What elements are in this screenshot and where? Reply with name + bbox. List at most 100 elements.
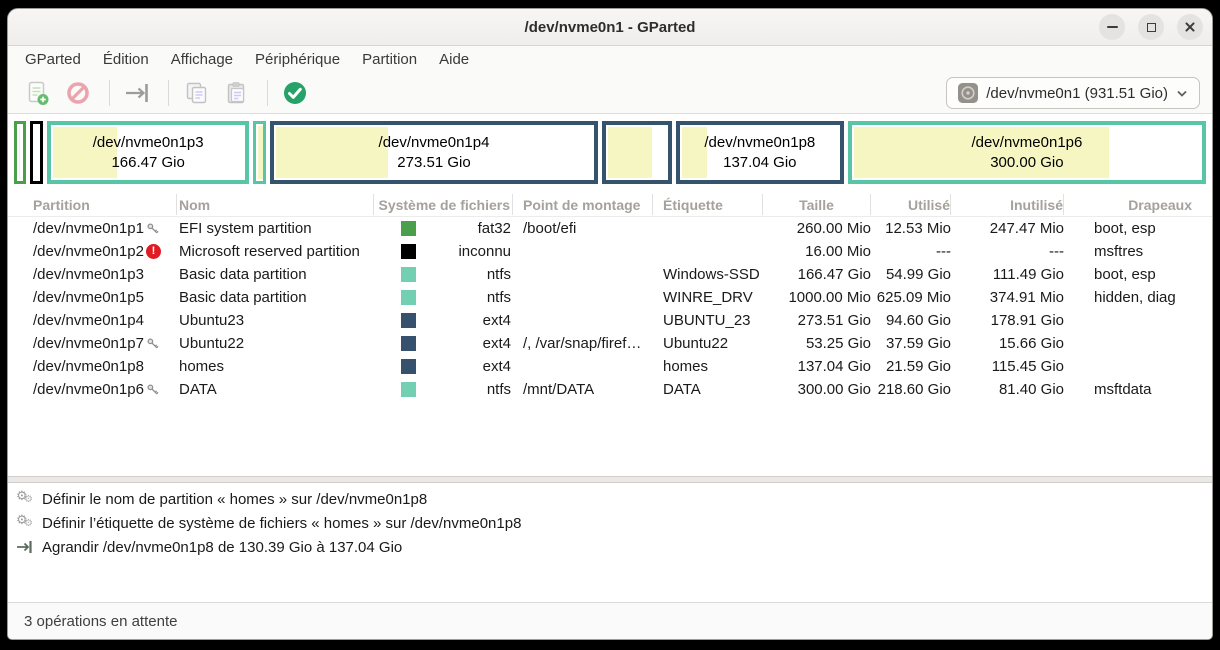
menu-aide[interactable]: Aide (428, 48, 480, 71)
close-button[interactable] (1177, 14, 1203, 40)
pending-operations-count: 3 opérations en attente (24, 613, 177, 630)
minimize-button[interactable] (1099, 14, 1125, 40)
label-cell: WINRE_DRV (653, 286, 763, 309)
menu-affichage[interactable]: Affichage (160, 48, 244, 71)
label-cell: Ubuntu22 (653, 332, 763, 355)
toolbar-separator (109, 80, 110, 106)
filesystem-cell: ntfs (374, 286, 513, 309)
maximize-button[interactable] (1138, 14, 1164, 40)
menu-peripherique[interactable]: Périphérique (244, 48, 351, 71)
gears-icon: ⚙⚙ (16, 514, 34, 532)
partition-segment[interactable] (30, 121, 43, 184)
partition-segment[interactable]: /dev/nvme0n1p3166.47 Gio (47, 121, 249, 184)
toolbar-separator (267, 80, 268, 106)
mount-cell: /mnt/DATA (513, 378, 653, 401)
table-row[interactable]: /dev/nvme0n1p4Ubuntu23ext4UBUNTU_23273.5… (8, 309, 1212, 332)
flags-cell: msftres (1064, 240, 1212, 263)
filesystem-color-swatch (401, 290, 416, 305)
table-row[interactable]: /dev/nvme0n1p5Basic data partitionntfsWI… (8, 286, 1212, 309)
device-selector[interactable]: /dev/nvme0n1 (931.51 Gio) (946, 77, 1200, 109)
operation-item: Agrandir /dev/nvme0n1p8 de 130.39 Gio à … (8, 535, 1212, 559)
table-row[interactable]: /dev/nvme0n1p2!Microsoft reserved partit… (8, 240, 1212, 263)
filesystem-name: ext4 (483, 312, 511, 329)
unused-cell: 115.45 Gio (951, 355, 1064, 378)
maximize-icon (1147, 23, 1156, 32)
delete-partition-icon (65, 80, 91, 106)
used-cell: 625.09 Mio (871, 286, 951, 309)
partition-segment-label: /dev/nvme0n1p4273.51 Gio (379, 133, 490, 172)
name-cell: EFI system partition (177, 217, 374, 240)
operation-text: Définir le nom de partition « homes » su… (42, 491, 427, 508)
resize-move-button[interactable] (119, 77, 155, 109)
filesystem-cell: ext4 (374, 309, 513, 332)
delete-partition-button[interactable] (60, 77, 96, 109)
flags-cell: boot, esp (1064, 217, 1212, 240)
partition-segment-size: 166.47 Gio (93, 153, 204, 173)
copy-icon (183, 80, 210, 106)
menu-partition[interactable]: Partition (351, 48, 428, 71)
flags-cell: msftdata (1064, 378, 1212, 401)
header-point-de-montage: Point de montage (513, 194, 653, 215)
flags-cell (1064, 355, 1212, 378)
close-icon (1184, 21, 1196, 33)
disk-visual-bar: /dev/nvme0n1p3166.47 Gio/dev/nvme0n1p427… (14, 121, 1206, 184)
partition-segment-device: /dev/nvme0n1p6 (971, 133, 1082, 153)
name-cell: Ubuntu23 (177, 309, 374, 332)
filesystem-cell: ext4 (374, 332, 513, 355)
paste-button[interactable] (218, 77, 254, 109)
table-header: Partition Nom Système de fichiers Point … (8, 193, 1212, 217)
gparted-window: /dev/nvme0n1 - GParted GParted Édition A… (7, 8, 1213, 640)
label-cell: DATA (653, 378, 763, 401)
partition-segment[interactable]: /dev/nvme0n1p4273.51 Gio (270, 121, 597, 184)
header-drapeaux: Drapeaux (1064, 194, 1212, 215)
partition-device: /dev/nvme0n1p8 (33, 358, 144, 375)
unused-cell: 247.47 Mio (951, 217, 1064, 240)
warning-icon: ! (146, 244, 161, 259)
table-row[interactable]: /dev/nvme0n1p1EFI system partitionfat32/… (8, 217, 1212, 240)
partition-segment-device: /dev/nvme0n1p4 (379, 133, 490, 153)
table-row[interactable]: /dev/nvme0n1p3Basic data partitionntfsWi… (8, 263, 1212, 286)
new-partition-button[interactable] (20, 77, 56, 109)
table-row[interactable]: /dev/nvme0n1p6DATAntfs/mnt/DATADATA300.0… (8, 378, 1212, 401)
resize-grow-icon (16, 539, 34, 555)
table-row[interactable]: /dev/nvme0n1p7Ubuntu22ext4/, /var/snap/f… (8, 332, 1212, 355)
pane-splitter[interactable] (8, 476, 1212, 483)
gears-icon: ⚙⚙ (16, 490, 34, 508)
partition-segment[interactable]: /dev/nvme0n1p8137.04 Gio (676, 121, 844, 184)
filesystem-name: fat32 (478, 220, 511, 237)
name-cell: Basic data partition (177, 263, 374, 286)
filesystem-name: ext4 (483, 335, 511, 352)
filesystem-color-swatch (401, 336, 416, 351)
paste-icon (223, 80, 249, 106)
partition-segment[interactable]: /dev/nvme0n1p6300.00 Gio (848, 121, 1206, 184)
filesystem-color-swatch (401, 267, 416, 282)
partition-segment-device: /dev/nvme0n1p8 (704, 133, 815, 153)
operation-text: Agrandir /dev/nvme0n1p8 de 130.39 Gio à … (42, 539, 402, 556)
pending-operations-pane: ⚙⚙ Définir le nom de partition « homes » … (8, 483, 1212, 602)
mount-cell (513, 355, 653, 378)
size-cell: 16.00 Mio (763, 240, 871, 263)
label-cell: Windows-SSD (653, 263, 763, 286)
partition-segment[interactable] (253, 121, 266, 184)
table-row[interactable]: /dev/nvme0n1p8homesext4homes137.04 Gio21… (8, 355, 1212, 378)
header-taille: Taille (763, 194, 871, 215)
used-space-fill (258, 126, 262, 179)
menu-edition[interactable]: Édition (92, 48, 160, 71)
copy-button[interactable] (178, 77, 214, 109)
filesystem-cell: fat32 (374, 217, 513, 240)
apply-operations-button[interactable] (277, 77, 313, 109)
filesystem-name: ext4 (483, 358, 511, 375)
used-cell: 37.59 Gio (871, 332, 951, 355)
mount-cell (513, 263, 653, 286)
mount-cell: /, /var/snap/firef… (513, 332, 653, 355)
size-cell: 166.47 Gio (763, 263, 871, 286)
minimize-icon (1107, 26, 1118, 28)
filesystem-cell: ntfs (374, 378, 513, 401)
partition-segment-size: 300.00 Gio (971, 153, 1082, 173)
menu-gparted[interactable]: GParted (14, 48, 92, 71)
partition-device: /dev/nvme0n1p1 (33, 220, 144, 237)
partition-segment[interactable] (602, 121, 672, 184)
name-cell: Ubuntu22 (177, 332, 374, 355)
partition-segment[interactable] (14, 121, 26, 184)
operation-text: Définir l’étiquette de système de fichie… (42, 515, 521, 532)
